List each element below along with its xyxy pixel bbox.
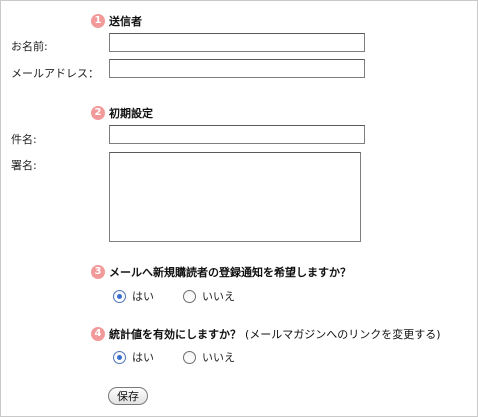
settings-form: 1 送信者 お名前: メールアドレス： 2 初期設定 件名: 署名: 3 メール… <box>0 0 478 417</box>
subject-input[interactable] <box>109 125 365 144</box>
email-input[interactable] <box>109 59 365 78</box>
stats-section-note: (メールマガジンへのリンクを変更する) <box>245 328 441 341</box>
section-number-badge: 3 <box>91 265 105 279</box>
stats-no-label: いいえ <box>202 351 235 364</box>
sender-section-title: 送信者 <box>109 15 142 28</box>
section-number-badge: 4 <box>91 327 105 341</box>
stats-no-option[interactable]: いいえ <box>183 349 235 365</box>
email-label: メールアドレス： <box>11 67 99 80</box>
section-number-badge: 2 <box>91 106 105 120</box>
notify-no-radio[interactable] <box>183 289 196 303</box>
stats-yes-label: はい <box>132 351 154 364</box>
notify-yes-option[interactable]: はい <box>113 288 154 304</box>
subject-label: 件名: <box>11 133 37 146</box>
notify-no-label: いいえ <box>202 290 235 303</box>
notify-no-option[interactable]: いいえ <box>183 288 235 304</box>
stats-no-radio[interactable] <box>183 350 196 364</box>
signature-label: 署名: <box>11 159 37 172</box>
save-button[interactable]: 保存 <box>108 387 148 405</box>
notify-section-title: メールへ新規購読者の登録通知を希望しますか？ <box>109 266 351 279</box>
section-number-badge: 1 <box>91 14 105 28</box>
signature-textarea[interactable] <box>109 152 361 242</box>
name-label: お名前: <box>11 40 48 53</box>
initial-section-heading: 2 初期設定 <box>91 105 153 121</box>
notify-yes-radio[interactable] <box>113 289 126 303</box>
stats-yes-option[interactable]: はい <box>113 349 154 365</box>
sender-section-heading: 1 送信者 <box>91 13 142 29</box>
initial-section-title: 初期設定 <box>109 107 153 120</box>
stats-yes-radio[interactable] <box>113 350 126 364</box>
notify-yes-label: はい <box>132 290 154 303</box>
stats-section-heading: 4 統計値を有効にしますか？ (メールマガジンへのリンクを変更する) <box>91 326 441 342</box>
notify-section-heading: 3 メールへ新規購読者の登録通知を希望しますか？ <box>91 264 351 280</box>
stats-section-title: 統計値を有効にしますか？ <box>109 328 241 341</box>
name-input[interactable] <box>109 33 365 52</box>
